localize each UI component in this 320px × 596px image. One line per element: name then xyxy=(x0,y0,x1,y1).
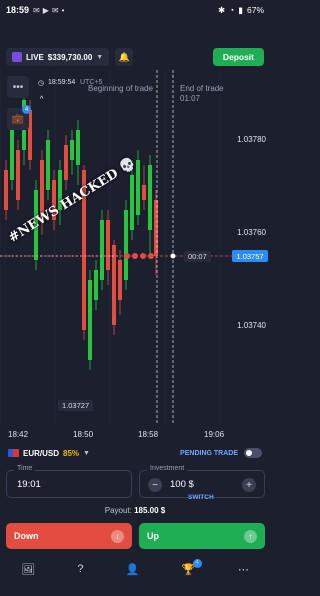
candle-body xyxy=(100,220,104,280)
asset-selector[interactable]: EUR/USD 85% ▼ xyxy=(8,449,90,458)
help-nav-icon[interactable]: ? xyxy=(77,563,83,575)
candle-body xyxy=(148,165,152,230)
chevron-right-icon: › xyxy=(172,73,175,80)
price-tick: 1.03780 xyxy=(237,135,266,144)
chevron-down-icon: ▼ xyxy=(83,449,90,457)
time-tick: 18:42 xyxy=(8,430,29,439)
trade-marker xyxy=(140,253,146,259)
account-selector[interactable]: LIVE $339,730.00 ▼ xyxy=(6,48,110,66)
portfolio-badge: 4 xyxy=(22,105,31,114)
account-mode: LIVE xyxy=(26,52,44,62)
payout-value: 185.00 $ xyxy=(134,506,166,515)
battery-level: 67% xyxy=(246,5,264,15)
down-label: Down xyxy=(14,531,39,541)
trade-marker xyxy=(124,253,130,259)
current-point xyxy=(170,253,176,259)
message-icon: ✉ xyxy=(33,5,40,15)
candle-body xyxy=(64,145,68,180)
wifi-icon: ◔ xyxy=(229,5,235,15)
candle-body xyxy=(76,130,80,165)
payout-info: Payout: 185.00 $ xyxy=(0,506,270,515)
deposit-button[interactable]: Deposit xyxy=(212,48,264,66)
candle-body xyxy=(70,140,74,160)
candle-body xyxy=(4,170,8,210)
candle-body xyxy=(88,280,92,360)
chevron-up-icon: ^ xyxy=(40,96,44,103)
account-balance: $339,730.00 xyxy=(47,52,93,62)
candle-body xyxy=(118,260,122,300)
notification-icons: ✉ ▶ ✉ • xyxy=(33,6,64,15)
candle-body xyxy=(94,270,98,300)
dot-icon: • xyxy=(61,5,65,15)
candle-body xyxy=(10,130,14,180)
bluetooth-icon: ✱ xyxy=(218,4,226,15)
bottom-nav: 🖼 ? 👤 🏆 4 ⋯ xyxy=(0,556,270,582)
top-bar: LIVE $339,730.00 ▼ 🔔 Deposit xyxy=(0,44,270,70)
asset-bar: EUR/USD 85% ▼ PENDING TRADE xyxy=(0,444,270,462)
asset-payout: 85% xyxy=(63,448,80,458)
end-of-trade-label: End of trade xyxy=(180,84,224,93)
up-button[interactable]: Up ↑ xyxy=(139,523,265,549)
arrow-up-icon: ↑ xyxy=(244,529,257,543)
asset-name: EUR/USD xyxy=(23,448,60,458)
chevron-down-icon: ▼ xyxy=(96,53,104,61)
candle-body xyxy=(124,210,128,280)
candle-body xyxy=(16,150,20,200)
trophy-nav-icon[interactable]: 🏆 4 xyxy=(182,558,202,576)
candle-body xyxy=(46,140,50,190)
beginning-of-trade-label: Beginning of trade xyxy=(88,84,153,93)
mail-icon: ✉ xyxy=(51,5,59,15)
arrow-down-icon: ↓ xyxy=(111,529,124,543)
pending-trade-label: PENDING TRADE xyxy=(180,449,238,457)
signal-icon: ▮ xyxy=(238,4,243,15)
minus-button[interactable]: − xyxy=(148,478,162,492)
youtube-icon: ▶ xyxy=(42,5,49,15)
switch-button[interactable]: SWITCH xyxy=(188,494,214,501)
status-bar: 18:59 ✉ ▶ ✉ • ✱ ◔ ▮ 67% xyxy=(0,0,270,20)
end-of-trade-time: 01:07 xyxy=(180,94,201,103)
time-tick: 19:06 xyxy=(204,430,225,439)
time-field[interactable]: Time 19:01 xyxy=(6,465,132,498)
payout-label: Payout: xyxy=(104,506,132,515)
system-nav-bar xyxy=(0,582,270,596)
price-tick: 1.03740 xyxy=(237,321,266,330)
status-right: ✱ ◔ ▮ 67% xyxy=(218,5,264,16)
time-tick: 18:50 xyxy=(73,430,94,439)
more-nav-icon[interactable]: ⋯ xyxy=(238,563,249,576)
chart-nav-icon[interactable]: 🖼 xyxy=(21,563,35,576)
up-label: Up xyxy=(147,531,159,541)
price-tick: 1.03760 xyxy=(237,228,266,237)
candle-body xyxy=(142,185,146,200)
pending-trade-toggle[interactable] xyxy=(244,448,262,458)
candle-body xyxy=(112,245,116,325)
current-price-badge: 1.03757 xyxy=(232,250,268,262)
down-button[interactable]: Down ↓ xyxy=(6,523,132,549)
plus-button[interactable]: + xyxy=(242,478,256,492)
candle-body xyxy=(130,175,134,230)
live-icon xyxy=(12,52,22,62)
eur-usd-flag-icon xyxy=(8,449,19,457)
menu-dots-button[interactable]: ••• xyxy=(7,76,29,98)
candlestick-chart[interactable] xyxy=(0,70,270,440)
bell-icon[interactable]: 🔔 xyxy=(115,48,134,66)
time-field-label: Time xyxy=(14,465,36,472)
profile-nav-icon[interactable]: 👤 xyxy=(126,563,140,576)
time-tick: 18:58 xyxy=(138,430,159,439)
status-time: 18:59 xyxy=(6,5,30,15)
price-chart[interactable]: ••• 💼 4 ◷ 18:59:54 UTC+5 Beginning of tr… xyxy=(0,70,270,440)
timer-icon: ◷ xyxy=(38,80,45,87)
investment-field-label: Investment xyxy=(147,465,188,472)
investment-value: 100 $ xyxy=(170,479,194,490)
countdown-badge: 00:07 xyxy=(184,251,211,262)
low-price-badge: 1.03727 xyxy=(58,400,94,411)
chart-timer: 18:59:54 xyxy=(48,79,76,86)
trade-marker xyxy=(148,253,154,259)
time-axis: 18:42 18:50 18:58 19:06 xyxy=(0,430,270,442)
trade-marker xyxy=(132,253,138,259)
candle-body xyxy=(106,220,110,270)
time-field-value: 19:01 xyxy=(17,479,41,490)
trophy-badge: 4 xyxy=(192,558,202,568)
